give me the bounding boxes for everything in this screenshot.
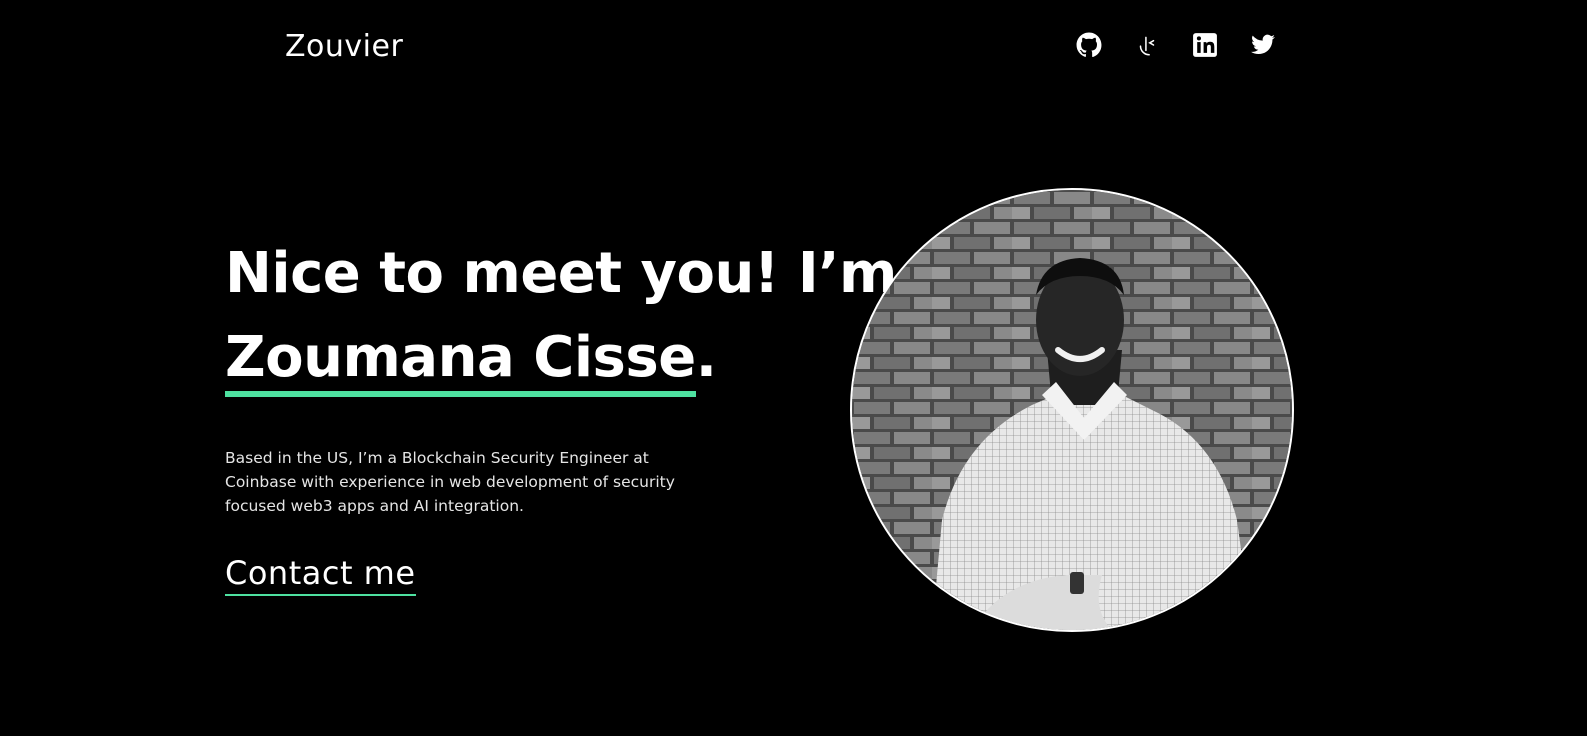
profile-photo: [850, 188, 1294, 632]
headline-greeting: Nice to meet you! I’m: [225, 241, 897, 306]
page: Zouvier Nice to meet you! I’m Zoumana Ci…: [0, 0, 1587, 736]
linkedin-icon: [1192, 32, 1218, 58]
hero-name: Zoumana Cisse: [225, 325, 696, 397]
github-icon: [1076, 32, 1102, 58]
hero-headline: Nice to meet you! I’m Zoumana Cisse.: [225, 232, 897, 400]
linkedin-link[interactable]: [1192, 32, 1218, 58]
twitter-icon: [1250, 32, 1276, 58]
hackerrank-icon: [1134, 32, 1160, 58]
site-logo[interactable]: Zouvier: [285, 26, 403, 68]
twitter-link[interactable]: [1250, 32, 1276, 58]
social-links: [1076, 32, 1276, 58]
headline-period: .: [695, 325, 717, 390]
contact-me-link[interactable]: Contact me: [225, 554, 416, 596]
hero-intro: Based in the US, I’m a Blockchain Securi…: [225, 449, 675, 515]
hero-text: Nice to meet you! I’m Zoumana Cisse. Bas…: [225, 232, 897, 596]
github-link[interactable]: [1076, 32, 1102, 58]
hackerrank-link[interactable]: [1134, 32, 1160, 58]
